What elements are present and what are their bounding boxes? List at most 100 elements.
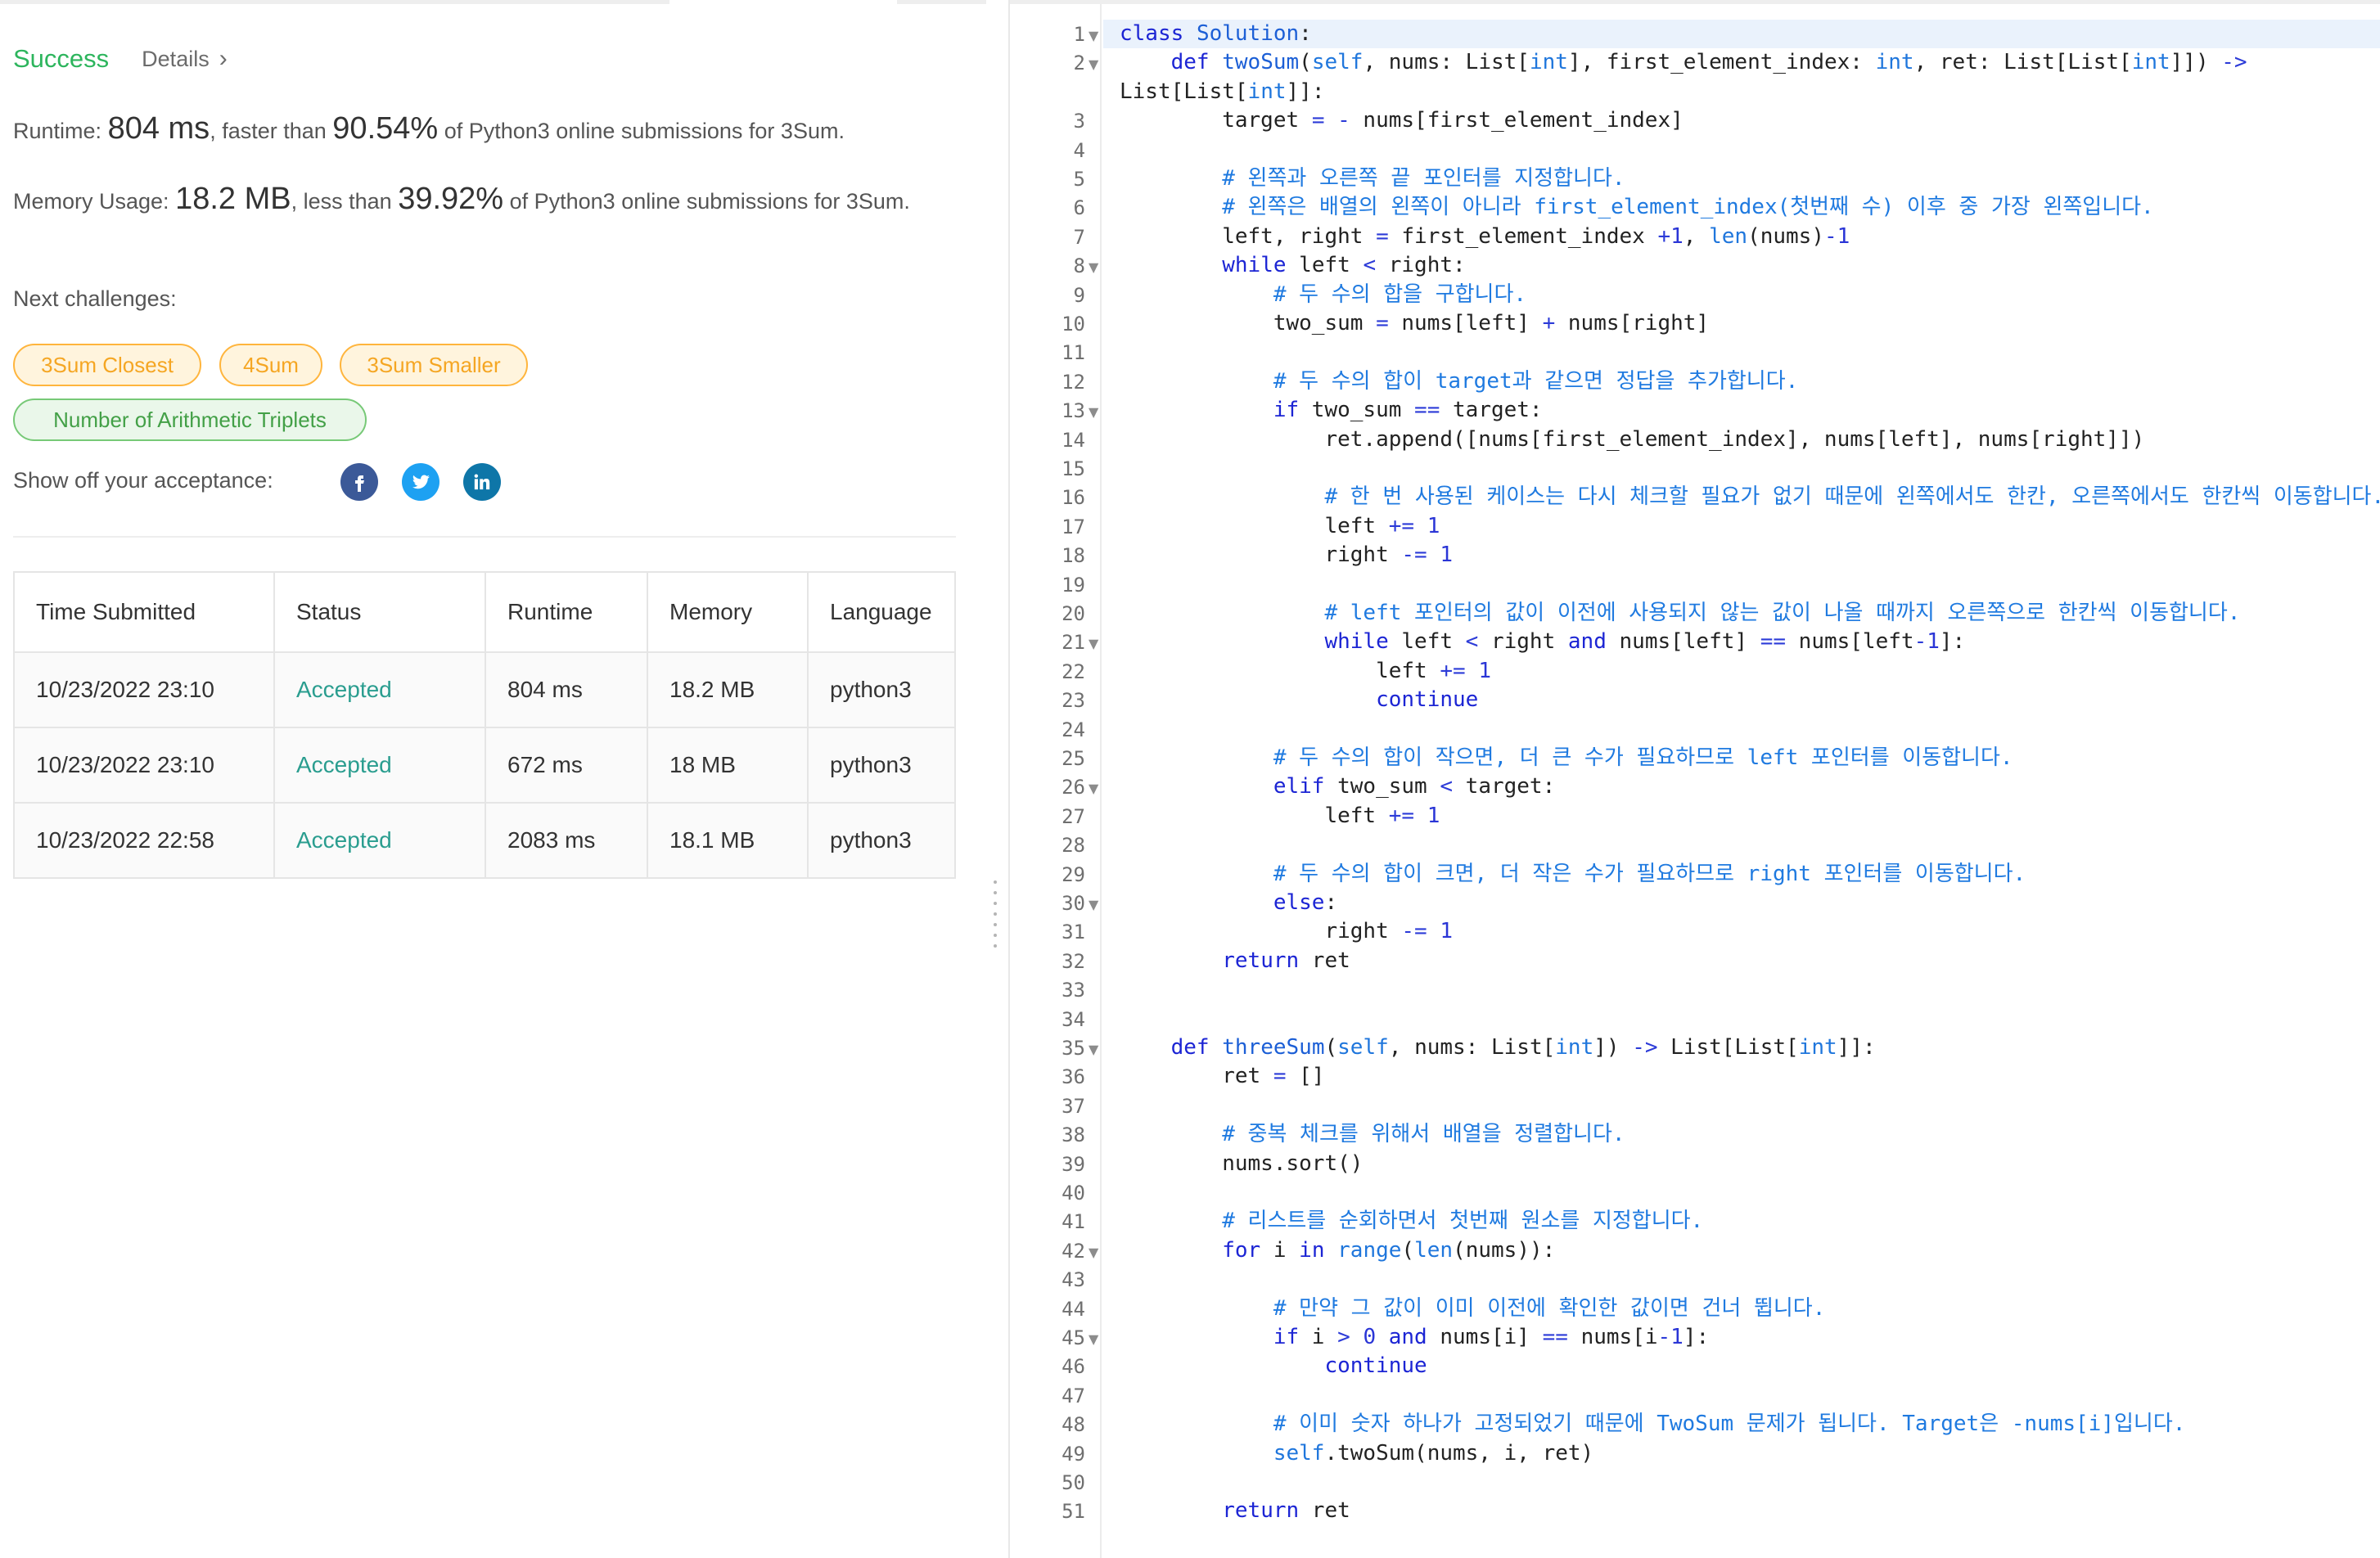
code-line[interactable]: # 리스트를 순회하면서 첫번째 원소를 지정합니다. — [1103, 1207, 1703, 1236]
line-number: 45 — [1062, 1326, 1085, 1349]
fold-toggle-icon[interactable]: ▼ — [1089, 259, 1098, 275]
code-line[interactable]: # 두 수의 합이 target과 같으면 정답을 추가합니다. — [1103, 367, 1798, 396]
line-number: 48 — [1062, 1413, 1085, 1437]
line-number: 31 — [1062, 921, 1085, 944]
code-line[interactable]: while left < right: — [1103, 251, 1465, 280]
code-line[interactable]: ret.append([nums[first_element_index], n… — [1103, 426, 2144, 454]
fold-toggle-icon[interactable]: ▼ — [1089, 897, 1098, 912]
cell-status-link[interactable]: Accepted — [273, 802, 486, 879]
tag-4sum[interactable]: 4Sum — [219, 344, 322, 386]
line-number: 49 — [1062, 1442, 1085, 1466]
code-line[interactable] — [1103, 975, 1120, 1004]
line-number: 17 — [1062, 515, 1085, 538]
panel-tab-bar — [0, 0, 986, 4]
code-line[interactable]: self.twoSum(nums, i, ret) — [1103, 1439, 1593, 1468]
code-line[interactable]: # left 포인터의 값이 이전에 사용되지 않는 값이 나올 때까지 오른쪽… — [1103, 599, 2240, 628]
code-line[interactable]: right -= 1 — [1103, 541, 1453, 570]
code-line[interactable] — [1103, 1178, 1120, 1207]
code-line[interactable]: # 두 수의 합이 작으면, 더 큰 수가 필요하므로 left 포인터를 이동… — [1103, 744, 2013, 772]
code-line[interactable]: def threeSum(self, nums: List[int]) -> L… — [1103, 1033, 1876, 1062]
line-number-gutter: 1 ▼ 2 ▼ 3 4 5 6 7 8 ▼ 9 10 11 12 13 ▼ 14 15 16 17 18 19 20 21 ▼ 22… — [1010, 0, 1102, 1558]
col-header-runtime[interactable]: Runtime — [485, 571, 648, 653]
fold-toggle-icon[interactable]: ▼ — [1089, 1331, 1098, 1347]
cell-status-link[interactable]: Accepted — [273, 727, 486, 804]
code-line[interactable]: # 이미 숫자 하나가 고정되었기 때문에 TwoSum 문제가 됩니다. Ta… — [1103, 1410, 2186, 1439]
memory-percentile: 39.92% — [398, 182, 504, 216]
status-success-label: Success — [13, 44, 110, 73]
cell-status-link[interactable]: Accepted — [273, 651, 486, 728]
code-line[interactable]: # 한 번 사용된 케이스는 다시 체크할 필요가 없기 때문에 왼쪽에서도 한… — [1103, 483, 2380, 511]
code-line[interactable] — [1103, 454, 1120, 483]
active-tab-indicator — [669, 0, 897, 4]
linkedin-icon[interactable] — [463, 463, 501, 501]
col-header-memory[interactable]: Memory — [647, 571, 809, 653]
line-number: 7 — [1073, 225, 1085, 249]
twitter-icon[interactable] — [402, 463, 439, 501]
code-line[interactable] — [1103, 136, 1120, 164]
drag-handle-icon — [994, 880, 998, 955]
code-line[interactable] — [1103, 1005, 1120, 1033]
code-line[interactable] — [1103, 1092, 1120, 1120]
code-line[interactable] — [1103, 338, 1120, 367]
code-line[interactable] — [1103, 831, 1120, 859]
tag-3sum-closest[interactable]: 3Sum Closest — [13, 344, 201, 386]
code-line-wrap[interactable]: List[List[int]]: — [1103, 78, 1324, 106]
details-link[interactable]: Details › — [142, 47, 228, 72]
submission-result-panel: Success Details › Runtime: 804 ms, faste… — [0, 0, 986, 1558]
fold-toggle-icon[interactable]: ▼ — [1089, 56, 1098, 72]
code-line[interactable]: # 만약 그 값이 이미 이전에 확인한 값이면 건너 뜁니다. — [1103, 1295, 1826, 1323]
code-line[interactable]: while left < right and nums[left] == num… — [1103, 628, 1965, 656]
code-line[interactable] — [1103, 1468, 1120, 1497]
code-line[interactable]: right -= 1 — [1103, 917, 1453, 946]
code-line[interactable]: # 두 수의 합을 구합니다. — [1103, 281, 1526, 309]
code-line[interactable]: continue — [1103, 1352, 1427, 1380]
code-line[interactable]: two_sum = nums[left] + nums[right] — [1103, 309, 1709, 338]
code-line[interactable]: ret = [] — [1103, 1062, 1324, 1091]
code-editor[interactable]: 1 ▼ 2 ▼ 3 4 5 6 7 8 ▼ 9 10 11 12 13 ▼ 14 15 16 17 18 19 20 21 ▼ 22… — [1008, 0, 2380, 1558]
code-line[interactable]: left += 1 — [1103, 512, 1440, 541]
code-line[interactable]: left, right = first_element_index +1, le… — [1103, 223, 1850, 251]
code-line[interactable]: continue — [1103, 686, 1478, 714]
line-number: 18 — [1062, 544, 1085, 568]
code-line[interactable]: left += 1 — [1103, 802, 1440, 831]
code-line[interactable]: def twoSum(self, nums: List[int], first_… — [1103, 48, 2247, 77]
code-line[interactable]: if i > 0 and nums[i] == nums[i-1]: — [1103, 1323, 1709, 1352]
fold-toggle-icon[interactable]: ▼ — [1089, 781, 1098, 796]
table-header-row: Time Submitted Status Runtime Memory Lan… — [13, 571, 956, 653]
code-line[interactable] — [1103, 570, 1120, 599]
fold-toggle-icon[interactable]: ▼ — [1089, 1245, 1098, 1260]
fold-toggle-icon[interactable]: ▼ — [1089, 404, 1098, 420]
code-line[interactable]: if two_sum == target: — [1103, 396, 1543, 425]
code-line[interactable]: nums.sort() — [1103, 1150, 1363, 1178]
code-line[interactable] — [1103, 715, 1120, 744]
line-number: 2 — [1073, 52, 1085, 75]
code-line[interactable]: # 중복 체크를 위해서 배열을 정렬합니다. — [1103, 1120, 1625, 1149]
code-line[interactable]: target = - nums[first_element_index] — [1103, 106, 1684, 135]
code-line[interactable]: # 왼쪽은 배열의 왼쪽이 아니라 first_element_index(첫번… — [1103, 193, 2153, 222]
col-header-status[interactable]: Status — [273, 571, 486, 653]
col-header-language[interactable]: Language — [807, 571, 956, 653]
code-line[interactable]: elif two_sum < target: — [1103, 772, 1555, 801]
cell-language: python3 — [807, 651, 956, 728]
facebook-icon[interactable] — [340, 463, 378, 501]
panel-resize-handle[interactable] — [986, 0, 1007, 1558]
tag-3sum-smaller[interactable]: 3Sum Smaller — [340, 344, 528, 386]
code-line[interactable]: else: — [1103, 889, 1337, 917]
code-line[interactable]: # 왼쪽과 오른쪽 끝 포인터를 지정합니다. — [1103, 164, 1625, 193]
code-line[interactable]: # 두 수의 합이 크면, 더 작은 수가 필요하므로 right 포인터를 이… — [1103, 860, 2026, 889]
code-line[interactable] — [1103, 1265, 1120, 1294]
tag-number-of-arithmetic-triplets[interactable]: Number of Arithmetic Triplets — [13, 399, 367, 441]
code-line[interactable]: class Solution: — [1103, 20, 1312, 48]
code-line[interactable]: left += 1 — [1103, 657, 1491, 686]
col-header-time[interactable]: Time Submitted — [13, 571, 275, 653]
code-line[interactable] — [1103, 1381, 1120, 1410]
fold-toggle-icon[interactable]: ▼ — [1089, 28, 1098, 43]
code-line[interactable]: return ret — [1103, 947, 1350, 975]
line-number: 37 — [1062, 1094, 1085, 1118]
fold-toggle-icon[interactable]: ▼ — [1089, 636, 1098, 651]
line-number: 27 — [1062, 804, 1085, 828]
code-line[interactable]: return ret — [1103, 1497, 1350, 1525]
fold-toggle-icon[interactable]: ▼ — [1089, 1042, 1098, 1057]
runtime-suffix: of Python3 online submissions for 3Sum. — [444, 119, 845, 143]
code-line[interactable]: for i in range(len(nums)): — [1103, 1236, 1555, 1265]
